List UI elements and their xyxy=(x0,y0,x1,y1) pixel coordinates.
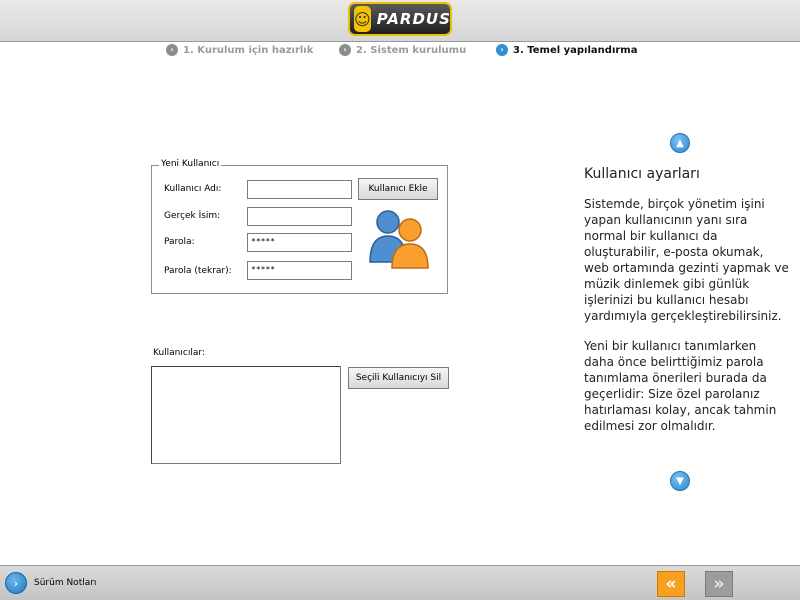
step-1-label: Kurulum için hazırlık xyxy=(197,44,314,56)
cat-icon: ☺ xyxy=(354,6,371,32)
step-3-number: 3. xyxy=(513,44,524,56)
username-input[interactable] xyxy=(247,180,352,199)
help-title: Kullanıcı ayarları xyxy=(584,166,700,182)
step-2-label: Sistem kurulumu xyxy=(370,44,467,56)
release-notes-label: Sürüm Notları xyxy=(34,578,97,588)
double-chevron-left-icon[interactable]: « xyxy=(657,571,685,597)
realname-input[interactable] xyxy=(247,207,352,226)
step-1-number: 1. xyxy=(183,44,194,56)
chevron-down-icon[interactable]: ▼ xyxy=(670,471,690,491)
help-text: Sistemde, birçok yönetim işini yapan kul… xyxy=(584,196,789,448)
username-label: Kullanıcı Adı: xyxy=(164,184,222,194)
chevron-right-icon: › xyxy=(166,44,178,56)
new-user-group: Yeni Kullanıcı Kullanıcı Adı: Gerçek İsi… xyxy=(151,159,448,294)
footer-bar: › Sürüm Notları « » xyxy=(0,565,800,600)
logo-text: PARDUS xyxy=(376,10,451,28)
release-notes-button[interactable]: › Sürüm Notları xyxy=(5,572,96,594)
users-list[interactable] xyxy=(151,366,341,464)
chevron-right-icon: › xyxy=(339,44,351,56)
password-input[interactable]: ***** xyxy=(247,233,352,252)
step-3: › 3. Temel yapılandırma xyxy=(496,44,637,56)
realname-label: Gerçek İsim: xyxy=(164,211,221,221)
password-repeat-label: Parola (tekrar): xyxy=(164,266,232,276)
step-indicator: › 1. Kurulum için hazırlık › 2. Sistem k… xyxy=(0,44,800,60)
step-2-number: 2. xyxy=(356,44,367,56)
users-list-label: Kullanıcılar: xyxy=(153,348,205,358)
chevron-right-icon: › xyxy=(5,572,27,594)
new-user-legend: Yeni Kullanıcı xyxy=(159,159,222,169)
header-bar: ☺ PARDUS xyxy=(0,0,800,42)
password-label: Parola: xyxy=(164,237,195,247)
double-chevron-right-icon[interactable]: » xyxy=(705,571,733,597)
chevron-right-icon: › xyxy=(496,44,508,56)
step-3-label: Temel yapılandırma xyxy=(527,44,638,56)
password-repeat-input[interactable]: ***** xyxy=(247,261,352,280)
delete-selected-user-button[interactable]: Seçili Kullanıcıyı Sil xyxy=(348,367,449,389)
add-user-button[interactable]: Kullanıcı Ekle xyxy=(358,178,438,200)
step-2: › 2. Sistem kurulumu xyxy=(339,44,466,56)
help-paragraph: Yeni bir kullanıcı tanımlarken daha önce… xyxy=(584,339,777,433)
step-1: › 1. Kurulum için hazırlık xyxy=(166,44,313,56)
users-icon xyxy=(369,210,429,269)
chevron-up-icon[interactable]: ▲ xyxy=(670,133,690,153)
pardus-logo: ☺ PARDUS xyxy=(348,2,452,36)
installer-window: ☺ PARDUS › 1. Kurulum için hazırlık › 2.… xyxy=(0,0,800,600)
help-paragraph: Sistemde, birçok yönetim işini yapan kul… xyxy=(584,197,789,323)
